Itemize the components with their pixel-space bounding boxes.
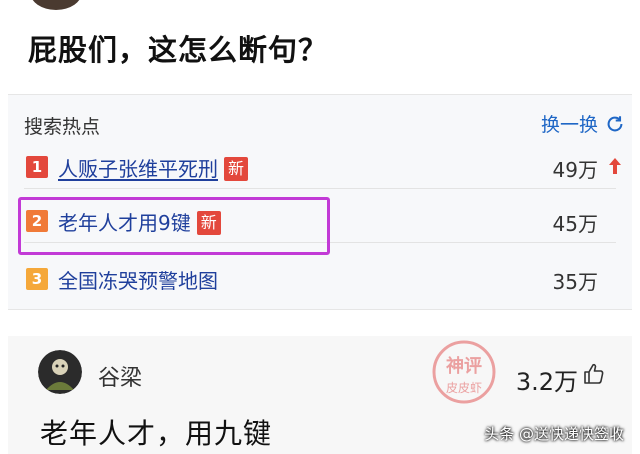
thumbs-up-icon[interactable] [582,362,606,386]
comment-username[interactable]: 谷梁 [98,360,142,392]
hot-search-item-3[interactable]: 3 全国冻哭预警地图 35万 [8,261,632,301]
post-question: 屁股们，这怎么断句？ [28,33,329,67]
comment-text: 老年人才，用九键 [40,417,273,450]
rank-badge: 1 [26,156,48,178]
avatar[interactable] [38,350,82,394]
trend-up-icon [609,158,621,174]
hot-search-count: 45万 [552,212,598,236]
hot-search-item-1[interactable]: 1 人贩子张维平死刑新 49万 [8,149,632,189]
hot-search-item-title: 全国冻哭预警地图 [58,269,218,293]
hot-search-title: 搜索热点 [24,116,101,138]
watermark: 头条 @送快递快签收 [484,425,624,443]
hot-search-item-title: 人贩子张维平死刑 [58,157,218,181]
stamp-text-1: 神评 [446,355,482,377]
top-user-avatar[interactable] [30,0,82,10]
hot-search-link[interactable]: 全国冻哭预警地图 [58,265,218,294]
divider [24,188,616,189]
new-badge: 新 [224,157,248,181]
stamp-text-2: 皮皮虾 [446,381,482,395]
hot-search-count: 35万 [552,270,598,294]
shenping-stamp-icon: 神评 皮皮虾 [432,340,496,404]
rank-badge: 3 [26,268,48,290]
hot-search-count: 49万 [552,158,598,182]
like-count: 3.2万 [515,368,578,396]
hot-search-link[interactable]: 人贩子张维平死刑新 [58,153,248,182]
highlight-box [18,197,330,255]
refresh-label: 换一换 [540,114,598,136]
refresh-button[interactable]: 换一换 [541,110,626,137]
refresh-icon [607,115,623,131]
